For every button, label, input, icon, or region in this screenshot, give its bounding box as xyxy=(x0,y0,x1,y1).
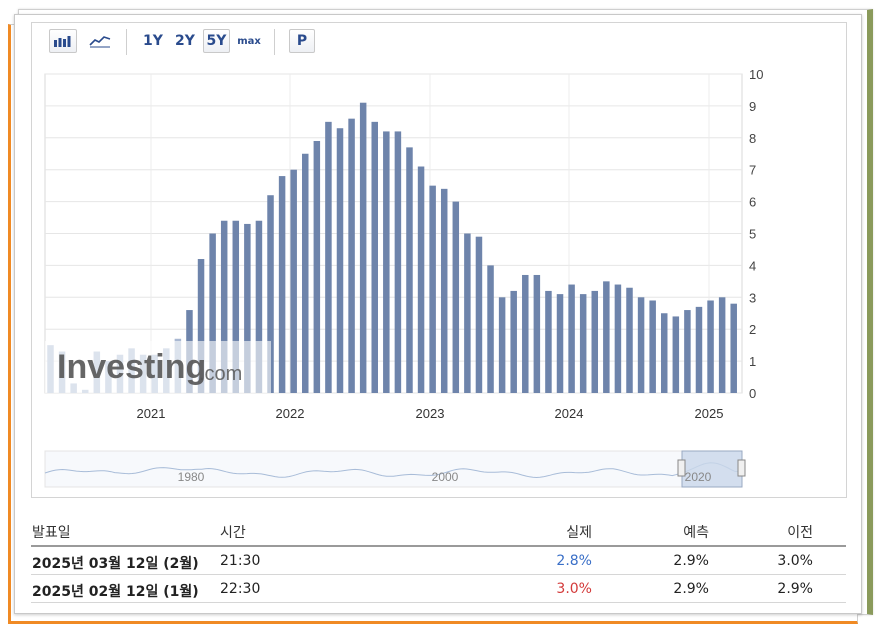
bar xyxy=(278,176,286,393)
bar xyxy=(522,274,529,393)
navigator-year-label: 2000 xyxy=(432,470,459,484)
row-actual: 3.0% xyxy=(556,581,592,597)
table-header-row: 발표일 시간 실제 예측 이전 xyxy=(31,516,846,547)
bar xyxy=(464,233,471,393)
bar xyxy=(302,153,309,393)
row-previous: 2.9% xyxy=(777,581,813,597)
y-tick-label: 7 xyxy=(749,163,756,178)
watermark-brand: Investing xyxy=(57,348,206,386)
bar xyxy=(394,131,402,394)
chart-widget: 1Y 2Y 5Y max P Investing .com 0123456789… xyxy=(31,22,847,498)
bar xyxy=(313,140,321,393)
row-date: 2025년 02월 12일 (1월) xyxy=(32,584,199,600)
y-tick-label: 5 xyxy=(749,227,756,242)
bar xyxy=(649,300,656,393)
x-tick-label: 2024 xyxy=(555,406,584,421)
bar xyxy=(325,121,332,393)
bar xyxy=(730,303,737,393)
row-forecast: 2.9% xyxy=(673,553,709,569)
navigator-handle-right xyxy=(737,459,746,477)
row-time: 21:30 xyxy=(220,553,261,569)
x-tick-label: 2022 xyxy=(276,406,305,421)
navigator-year-label: 1980 xyxy=(178,470,205,484)
bar xyxy=(498,297,506,393)
watermark-suffix: .com xyxy=(199,363,242,385)
bar xyxy=(533,274,541,393)
y-tick-label: 3 xyxy=(749,290,756,305)
bar xyxy=(406,147,413,393)
y-tick-label: 4 xyxy=(749,258,756,273)
bar xyxy=(417,166,425,393)
bar xyxy=(336,128,344,393)
range-navigator[interactable]: 1980 2000 2020 xyxy=(44,450,746,488)
bar xyxy=(626,287,633,393)
bar xyxy=(556,294,564,393)
row-actual: 2.8% xyxy=(556,553,592,569)
y-tick-label: 9 xyxy=(749,99,756,114)
header-previous: 이전 xyxy=(787,525,813,541)
y-tick-label: 2 xyxy=(749,322,756,337)
table-row: 2025년 02월 12일 (1월) 22:30 3.0% 2.9% 2.9% xyxy=(31,575,846,603)
bar xyxy=(660,313,668,393)
inflation-bar-chart: Investing .com 0 1 2 3 4 5 6 7 8 9 10 2021 2022 2023 2… xyxy=(44,67,763,488)
investing-watermark: Investing .com xyxy=(45,341,271,393)
navigator-year-label: 2020 xyxy=(685,470,712,484)
bar xyxy=(371,121,378,393)
header-time: 시간 xyxy=(220,525,246,541)
bar xyxy=(475,236,483,393)
bar xyxy=(348,118,355,393)
row-date: 2025년 03월 12일 (2월) xyxy=(32,556,199,572)
x-tick-label: 2021 xyxy=(137,406,166,421)
bar xyxy=(637,297,645,393)
bar xyxy=(695,306,703,393)
bar xyxy=(568,284,575,393)
bar xyxy=(684,310,691,393)
bar xyxy=(591,290,599,393)
bar xyxy=(718,297,726,393)
header-forecast: 예측 xyxy=(683,525,709,541)
bar xyxy=(452,201,460,393)
row-time: 22:30 xyxy=(220,581,261,597)
x-tick-label: 2023 xyxy=(416,406,445,421)
header-date: 발표일 xyxy=(32,525,71,541)
bar xyxy=(440,188,448,393)
bar xyxy=(290,169,297,393)
y-tick-label: 6 xyxy=(749,195,756,210)
header-actual: 실제 xyxy=(566,525,592,541)
bar xyxy=(579,294,587,393)
x-tick-label: 2025 xyxy=(695,406,724,421)
bar xyxy=(614,284,622,393)
bar xyxy=(510,290,517,393)
y-tick-label: 1 xyxy=(749,354,756,369)
bar xyxy=(359,102,367,394)
bar xyxy=(429,185,436,393)
bar xyxy=(383,131,390,394)
y-tick-label: 0 xyxy=(749,386,756,401)
release-table: 발표일 시간 실제 예측 이전 2025년 03월 12일 (2월) 21:30… xyxy=(31,516,846,603)
y-tick-label: 10 xyxy=(749,67,763,82)
bar xyxy=(545,290,552,393)
row-forecast: 2.9% xyxy=(673,581,709,597)
y-tick-label: 8 xyxy=(749,131,756,146)
row-previous: 3.0% xyxy=(777,553,813,569)
table-row: 2025년 03월 12일 (2월) 21:30 2.8% 2.9% 3.0% xyxy=(31,547,846,575)
bar xyxy=(487,265,494,393)
bar xyxy=(603,281,610,393)
bar xyxy=(672,316,680,393)
bar xyxy=(707,300,714,393)
